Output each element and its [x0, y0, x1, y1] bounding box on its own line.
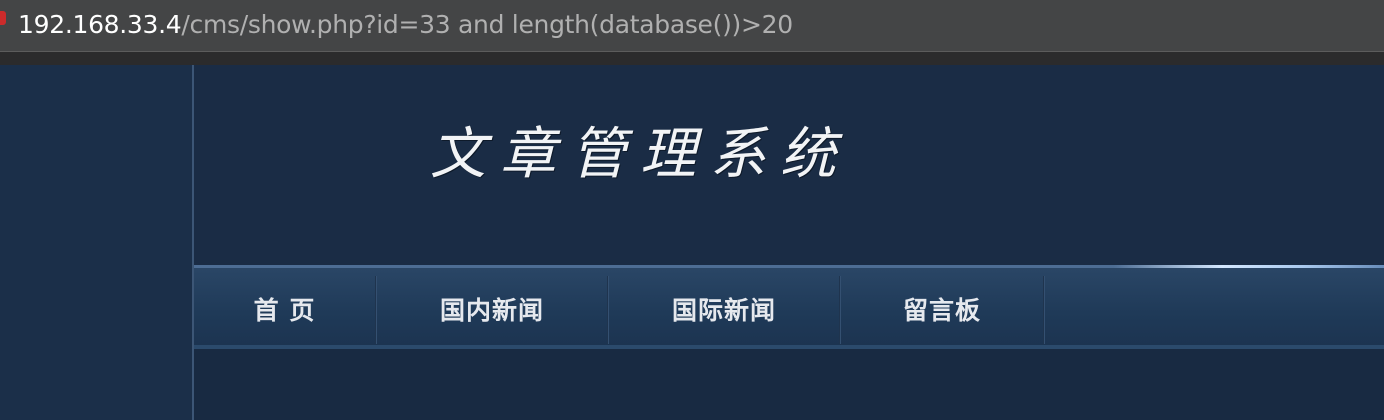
url-host: 192.168.33.4 — [18, 10, 182, 39]
header-banner: 文章管理系统 — [194, 65, 1384, 265]
toolbar-gap — [0, 52, 1384, 65]
address-bar[interactable]: 192.168.33.4/cms/show.php?id=33 and leng… — [0, 0, 1384, 52]
nav-item-home[interactable]: 首 页 — [194, 273, 375, 345]
left-column — [0, 65, 192, 420]
nav-highlight — [1114, 265, 1384, 268]
page: 文章管理系统 首 页 国内新闻 国际新闻 留言板 — [0, 65, 1384, 420]
main-nav: 首 页 国内新闻 国际新闻 留言板 — [194, 265, 1384, 349]
nav-item-domestic-news[interactable]: 国内新闻 — [377, 273, 607, 345]
content-area — [194, 349, 1384, 420]
url-field[interactable]: 192.168.33.4/cms/show.php?id=33 and leng… — [18, 10, 793, 40]
nav-separator — [1043, 276, 1045, 344]
site-title: 文章管理系统 — [430, 122, 850, 187]
nav-item-guestbook[interactable]: 留言板 — [841, 273, 1043, 345]
url-path: /cms/show.php?id=33 and length(database(… — [181, 10, 793, 39]
security-warning-icon — [0, 11, 6, 25]
nav-item-international-news[interactable]: 国际新闻 — [609, 273, 839, 345]
